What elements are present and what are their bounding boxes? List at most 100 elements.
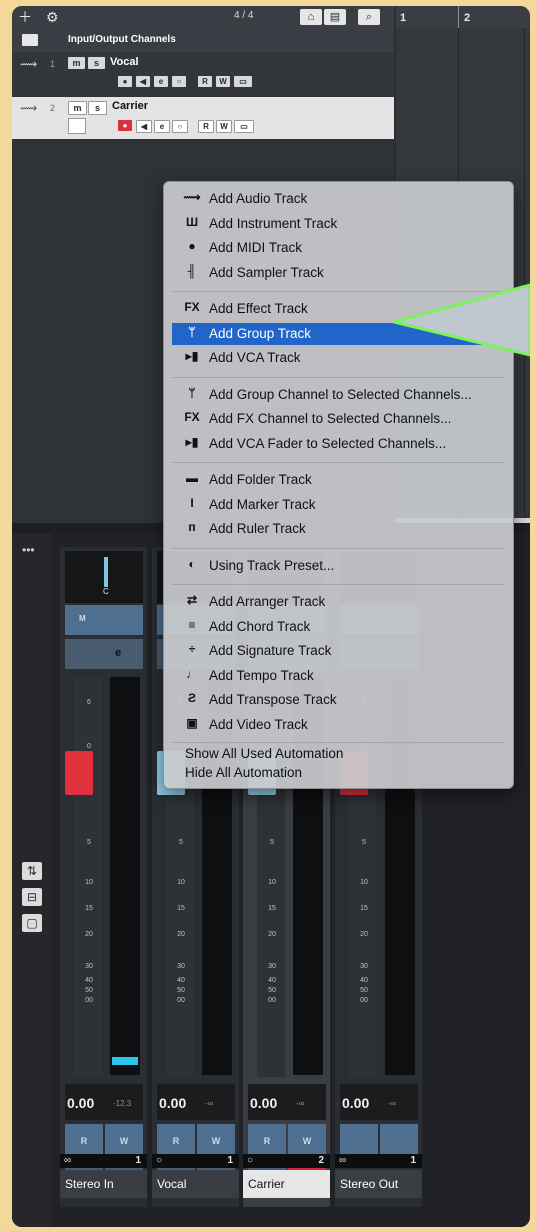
mute-solo-row[interactable]: M bbox=[65, 605, 143, 635]
more-icon[interactable]: ••• bbox=[22, 543, 35, 557]
write-automation-button[interactable]: W bbox=[105, 1124, 143, 1158]
menu-item[interactable]: ▸▮ Add VCA Fader to Selected Channels... bbox=[172, 433, 505, 455]
volume-value: 0.00 bbox=[342, 1095, 370, 1111]
menu-item[interactable]: ᛘ Add Group Channel to Selected Channels.… bbox=[172, 384, 505, 406]
io-row[interactable]: ○ 1 bbox=[152, 1154, 239, 1168]
io-number: 2 bbox=[318, 1155, 324, 1166]
menu-item[interactable]: Ш Add Instrument Track bbox=[172, 213, 505, 235]
menu-item[interactable]: ≡ Add Chord Track bbox=[172, 616, 505, 638]
read-automation-button[interactable]: R bbox=[65, 1124, 103, 1158]
search-icon[interactable]: ⌕ bbox=[358, 9, 380, 25]
inserts-icon[interactable]: ▢ bbox=[22, 914, 42, 932]
menu-item[interactable]: ⇄ Add Arranger Track bbox=[172, 591, 505, 613]
lane-button[interactable]: ○ bbox=[172, 120, 188, 133]
home-icon[interactable]: ⌂ bbox=[300, 9, 322, 25]
track-name[interactable]: Vocal bbox=[110, 56, 139, 68]
link-icon: ○ bbox=[247, 1155, 254, 1166]
track-name[interactable]: Carrier bbox=[112, 100, 148, 112]
fader-cap[interactable] bbox=[65, 751, 93, 795]
menu-item-label: Add Marker Track bbox=[209, 496, 316, 512]
fader-scale-label: 20 bbox=[360, 931, 368, 938]
video-icon: ▣ bbox=[186, 715, 198, 730]
edit-row[interactable]: e bbox=[65, 639, 143, 669]
group-icon: ᛘ bbox=[188, 385, 196, 400]
menu-item[interactable]: Hide All Automation bbox=[185, 765, 302, 780]
write-automation-button[interactable] bbox=[380, 1124, 418, 1158]
plus-icon[interactable]: ＋ bbox=[18, 6, 32, 28]
menu-item[interactable]: ◐ Using Track Preset... bbox=[172, 555, 505, 577]
fader-track[interactable]: 6 0 5 10 15 20 30 40 50 00 bbox=[74, 677, 102, 1077]
solo-button[interactable]: s bbox=[88, 101, 107, 115]
channel-name[interactable]: Stereo In bbox=[60, 1170, 147, 1198]
menu-separator bbox=[172, 376, 505, 378]
color-swatch[interactable] bbox=[68, 118, 86, 134]
fader-scale-label: 00 bbox=[360, 997, 368, 1004]
channel-name[interactable]: Vocal bbox=[152, 1170, 239, 1198]
layout-icon[interactable]: ▤ bbox=[324, 9, 346, 25]
freeze-button[interactable]: ▭ bbox=[234, 76, 252, 87]
read-automation-button[interactable]: R bbox=[248, 1124, 286, 1158]
record-enable-button[interactable]: ● bbox=[118, 76, 132, 87]
track-number: 2 bbox=[50, 103, 56, 113]
menu-item[interactable]: ▣ Add Video Track bbox=[172, 714, 505, 736]
monitor-button[interactable]: ◀ bbox=[136, 120, 152, 133]
lane-button[interactable]: ○ bbox=[172, 76, 186, 87]
volume-readout[interactable]: 0.00 -∞ bbox=[340, 1084, 418, 1120]
track-settings-icon[interactable]: ⚙ bbox=[46, 6, 59, 28]
menu-item[interactable]: ᴨ Add Ruler Track bbox=[172, 518, 505, 540]
channel-name[interactable]: Carrier bbox=[243, 1170, 330, 1198]
io-row[interactable]: ∞ 1 bbox=[335, 1154, 422, 1168]
menu-item[interactable]: ⟿ Add Audio Track bbox=[172, 188, 505, 210]
fx-icon: FX bbox=[184, 300, 200, 314]
channel-name[interactable]: Stereo Out bbox=[335, 1170, 422, 1198]
read-button[interactable]: R bbox=[198, 120, 214, 133]
volume-readout[interactable]: 0.00 -∞ bbox=[157, 1084, 235, 1120]
menu-item-label: Add Effect Track bbox=[209, 301, 308, 316]
fader-scale-label: 6 bbox=[87, 699, 91, 706]
volume-readout[interactable]: 0.00 -∞ bbox=[248, 1084, 326, 1120]
menu-item[interactable]: Show All Used Automation bbox=[185, 746, 343, 761]
io-row[interactable]: ○ 2 bbox=[243, 1154, 330, 1168]
transpose-icon: Ƨ bbox=[187, 691, 196, 705]
folder-track-header[interactable]: Input/Output Channels bbox=[12, 28, 394, 52]
write-automation-button[interactable]: W bbox=[288, 1124, 326, 1158]
io-row[interactable]: ∞ 1 bbox=[60, 1154, 147, 1168]
menu-item[interactable]: ♩ Add Tempo Track bbox=[172, 665, 505, 687]
write-automation-button[interactable]: W bbox=[197, 1124, 235, 1158]
mixer-faders-icon[interactable]: ⇅ bbox=[22, 862, 42, 880]
freeze-button[interactable]: ▭ bbox=[234, 120, 254, 133]
channel-name-label: Stereo In bbox=[65, 1177, 114, 1191]
track-row-vocal[interactable]: ⟿ 1 m s Vocal ● ◀ e ○ R W ▭ bbox=[12, 53, 394, 95]
menu-item[interactable]: I Add Marker Track bbox=[172, 494, 505, 516]
solo-button[interactable]: s bbox=[88, 57, 105, 69]
menu-item-label: Add MIDI Track bbox=[209, 240, 303, 255]
write-button[interactable]: W bbox=[216, 76, 230, 87]
edit-button[interactable]: e bbox=[154, 76, 168, 87]
track-row-carrier[interactable]: ⟿ 2 m s Carrier ● ◀ e ○ R W ▭ bbox=[12, 97, 394, 139]
pan-display[interactable]: C bbox=[65, 551, 143, 603]
write-button[interactable]: W bbox=[216, 120, 232, 133]
read-button[interactable]: R bbox=[198, 76, 212, 87]
edit-label: e bbox=[115, 647, 122, 659]
timeline-ruler[interactable]: 1 2 bbox=[396, 6, 530, 29]
routing-icon[interactable]: ⊟ bbox=[22, 888, 42, 906]
monitor-button[interactable]: ◀ bbox=[136, 76, 150, 87]
mute-button[interactable]: m bbox=[68, 101, 87, 115]
fader-scale-label: 50 bbox=[360, 987, 368, 994]
channel-name-label: Vocal bbox=[157, 1177, 187, 1191]
menu-item[interactable]: FX Add FX Channel to Selected Channels... bbox=[172, 408, 505, 430]
fader-scale-label: 50 bbox=[268, 987, 276, 994]
read-automation-button[interactable]: R bbox=[157, 1124, 195, 1158]
record-enable-button[interactable]: ● bbox=[118, 120, 132, 131]
read-automation-button[interactable] bbox=[340, 1124, 378, 1158]
daw-window: ＋ ⚙ 4 / 4 ⌂ ▤ ⌕ 1 2 Input/Output Channel… bbox=[12, 6, 530, 1227]
menu-item[interactable]: ÷ Add Signature Track bbox=[172, 640, 505, 662]
menu-item[interactable]: ● Add MIDI Track bbox=[172, 237, 505, 259]
audio-wave-icon: ⟿ bbox=[20, 101, 38, 115]
menu-item[interactable]: Ƨ Add Transpose Track bbox=[172, 689, 505, 711]
vca-icon: ▸▮ bbox=[185, 434, 199, 449]
mute-button[interactable]: m bbox=[68, 57, 85, 69]
volume-readout[interactable]: 0.00 -12.3 bbox=[65, 1084, 143, 1120]
edit-button[interactable]: e bbox=[154, 120, 170, 133]
menu-item[interactable]: ▬ Add Folder Track bbox=[172, 469, 505, 491]
